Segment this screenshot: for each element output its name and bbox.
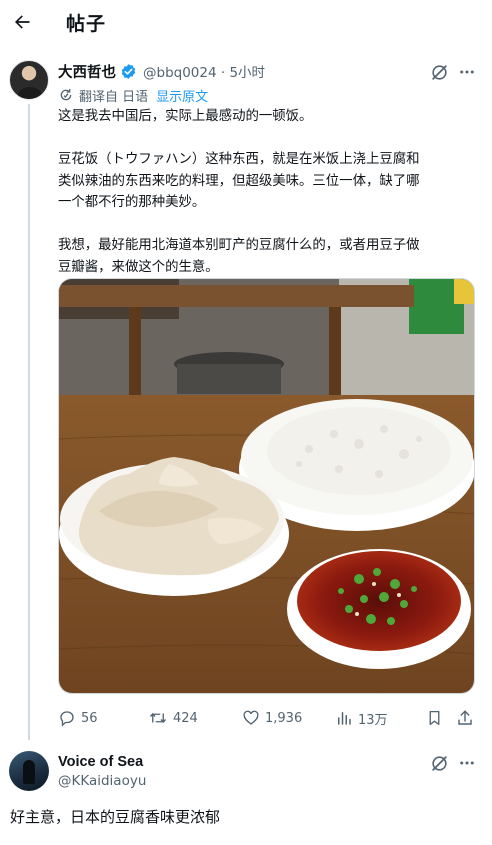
heart-icon (243, 710, 259, 725)
verified-badge-icon (121, 63, 136, 79)
post-paragraph: 豆花饭（トウファハン）这种东西，就是在米饭上浇上豆腐和 类似辣油的东西来吃的料理… (58, 149, 478, 214)
reply-more-options-button[interactable] (455, 751, 479, 775)
grok-icon (431, 64, 447, 80)
author-display-name[interactable]: 大西哲也 (58, 61, 116, 82)
post-text-line: 类似辣油的东西来吃的料理，但超级美味。三位一体，缺了哪 (58, 173, 420, 189)
more-horizontal-icon (460, 761, 474, 765)
views-button[interactable]: 13万 (335, 706, 388, 730)
reply-button[interactable]: 56 (58, 706, 98, 730)
post-body-text: 这是我去中国后，实际上最感动的一顿饭。 豆花饭（トウファハン）这种东西，就是在米… (58, 106, 478, 300)
post-action-bar: 56 424 1,936 13万 (58, 706, 478, 730)
post-photo[interactable] (58, 278, 475, 694)
reply-body-text: 好主意，日本的豆腐香味更浓郁 (10, 808, 221, 826)
share-button[interactable] (456, 706, 479, 730)
view-count: 13万 (358, 712, 388, 728)
more-options-button[interactable] (455, 60, 479, 84)
post-paragraph: 我想，最好能用北海道本别町产的豆腐什么的，或者用豆子做 豆瓣酱，来做这个的生意。 (58, 235, 478, 278)
translate-icon (60, 89, 72, 101)
post-text-line: 这是我去中国后，实际上最感动的一顿饭。 (58, 109, 313, 124)
reply-author-row: Voice of Sea (58, 751, 143, 773)
reply-count: 56 (81, 710, 98, 726)
repost-icon (149, 712, 167, 724)
arrow-left-icon (15, 15, 30, 29)
grok-button[interactable] (427, 60, 451, 84)
repost-button[interactable]: 424 (148, 706, 198, 730)
back-button[interactable] (8, 8, 36, 36)
author-avatar[interactable] (9, 60, 49, 100)
reply-icon (60, 711, 74, 727)
thread-connector-line (28, 104, 30, 740)
post-author-row: 大西哲也 @bbq0024 · 5小时 (58, 60, 265, 82)
post-text-line: 豆花饭（トウファハン）这种东西，就是在米饭上浇上豆腐和 (58, 152, 420, 167)
post-text-line: 豆瓣酱，来做这个的生意。 (58, 259, 219, 275)
post-paragraph: 这是我去中国后，实际上最感动的一顿饭。 (58, 106, 478, 128)
views-bar-chart-icon (338, 712, 351, 725)
repost-count: 424 (173, 710, 198, 726)
post-text-line: 一个都不行的那种美妙。 (58, 195, 206, 210)
reply-author-avatar[interactable] (9, 751, 49, 791)
grok-icon (431, 755, 447, 771)
translation-row: 翻译自 日语 显示原文 (58, 85, 208, 105)
author-handle-and-time[interactable]: @bbq0024 · 5小时 (143, 61, 265, 81)
reply-author-handle[interactable]: @KKaidiaoyu (58, 773, 146, 789)
more-horizontal-icon (460, 70, 474, 74)
share-icon (458, 710, 472, 725)
reply-author-display-name[interactable]: Voice of Sea (58, 754, 143, 770)
page-header: 帖子 (0, 0, 492, 46)
bookmark-icon (429, 710, 440, 726)
like-count: 1,936 (265, 710, 303, 726)
bookmark-button[interactable] (426, 706, 448, 730)
post-text-line: 我想，最好能用北海道本别町产的豆腐什么的，或者用豆子做 (58, 238, 420, 253)
douhua-rice-photo-illustration (59, 279, 474, 693)
like-button[interactable]: 1,936 (242, 706, 302, 730)
reply-grok-button[interactable] (427, 751, 451, 775)
translated-from-label: 翻译自 日语 (79, 89, 149, 105)
page-title: 帖子 (66, 13, 107, 35)
show-original-link[interactable]: 显示原文 (156, 86, 208, 105)
